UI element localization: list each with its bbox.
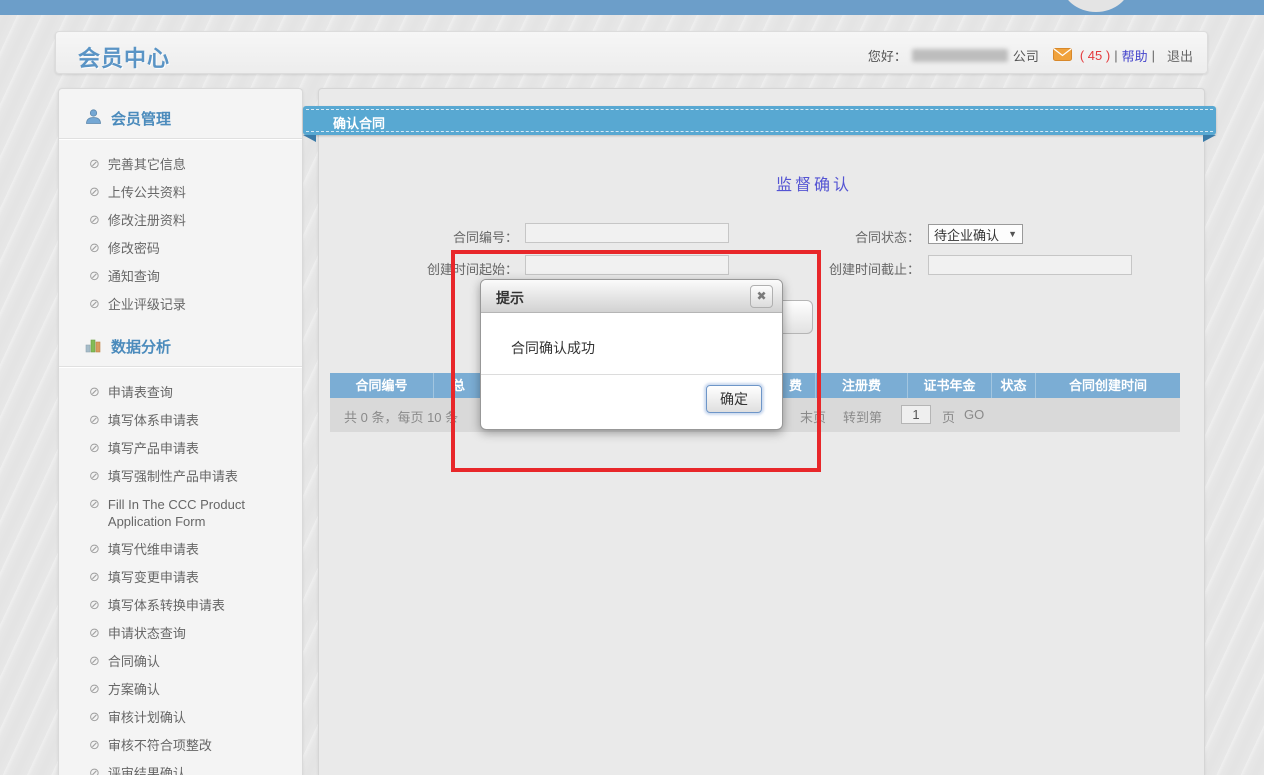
- ribbon-fold-right: [1203, 135, 1216, 142]
- page-number-input[interactable]: [901, 405, 931, 424]
- bullet-icon: ⊘: [89, 738, 100, 753]
- bullet-icon: ⊘: [89, 682, 100, 697]
- create-time-start-input[interactable]: [525, 255, 729, 275]
- create-time-end-input[interactable]: [928, 255, 1132, 275]
- contract-no-input[interactable]: [525, 223, 729, 243]
- sidebar-item-audit-plan-confirm[interactable]: ⊘审核计划确认: [59, 704, 302, 732]
- separator: |: [1152, 48, 1155, 63]
- modal-divider: [481, 374, 782, 375]
- bullet-icon: ⊘: [89, 497, 100, 512]
- page: 会员中心 您好： 公司 ( 45 ) | 帮助 | 退出 会员管理 ⊘完善其它信…: [0, 0, 1264, 775]
- help-link[interactable]: 帮助: [1122, 46, 1148, 65]
- alert-modal: 提示 ✖ 合同确认成功 确定: [480, 279, 783, 430]
- confirm-button[interactable]: 确定: [706, 385, 762, 413]
- bullet-icon: ⊘: [89, 185, 100, 200]
- user-area: 您好： 公司 ( 45 ) | 帮助 | 退出: [868, 46, 1193, 65]
- sidebar-section-data-analysis: 数据分析: [59, 327, 302, 367]
- ribbon-fold-left: [303, 135, 316, 142]
- sidebar-item-change-application[interactable]: ⊘填写变更申请表: [59, 564, 302, 592]
- bullet-icon: ⊘: [89, 213, 100, 228]
- col-registration-fee: 注册费: [816, 373, 908, 398]
- data-analysis-list: ⊘申请表查询 ⊘填写体系申请表 ⊘填写产品申请表 ⊘填写强制性产品申请表 ⊘Fi…: [59, 379, 302, 775]
- supervise-confirm-link[interactable]: 监督确认: [776, 171, 852, 195]
- sidebar-item-product-application[interactable]: ⊘填写产品申请表: [59, 435, 302, 463]
- sidebar: 会员管理 ⊘完善其它信息 ⊘上传公共资料 ⊘修改注册资料 ⊘修改密码 ⊘通知查询…: [58, 88, 303, 775]
- company-name-redacted: [912, 49, 1008, 62]
- sidebar-item-ccc-product-application[interactable]: ⊘Fill In The CCC Product Application For…: [59, 491, 302, 536]
- chevron-down-icon: ▼: [1008, 229, 1017, 239]
- col-status: 状态: [992, 373, 1036, 398]
- bullet-icon: ⊘: [89, 469, 100, 484]
- sidebar-item-system-application[interactable]: ⊘填写体系申请表: [59, 407, 302, 435]
- pagination-summary: 共 0 条，每页 10 条: [344, 407, 458, 426]
- sidebar-item-review-result-confirm[interactable]: ⊘评审结果确认: [59, 760, 302, 775]
- bullet-icon: ⊘: [89, 542, 100, 557]
- sidebar-item-upload-public-data[interactable]: ⊘上传公共资料: [59, 179, 302, 207]
- content-title: 确认合同: [333, 113, 385, 132]
- mail-icon[interactable]: [1053, 48, 1072, 64]
- bullet-icon: ⊘: [89, 413, 100, 428]
- mail-count[interactable]: ( 45 ): [1080, 48, 1110, 63]
- modal-title: 提示: [496, 288, 524, 308]
- page-unit-label: 页: [942, 407, 955, 426]
- sidebar-item-compulsory-product-application[interactable]: ⊘填写强制性产品申请表: [59, 463, 302, 491]
- bullet-icon: ⊘: [89, 385, 100, 400]
- sidebar-item-system-conversion-application[interactable]: ⊘填写体系转换申请表: [59, 592, 302, 620]
- sidebar-section-title: 会员管理: [111, 108, 171, 129]
- bullet-icon: ⊘: [89, 766, 100, 775]
- go-button[interactable]: GO: [964, 407, 984, 422]
- member-management-list: ⊘完善其它信息 ⊘上传公共资料 ⊘修改注册资料 ⊘修改密码 ⊘通知查询 ⊘企业评…: [59, 151, 302, 319]
- content-ribbon: 确认合同: [303, 106, 1216, 135]
- col-certificate-annuity: 证书年金: [908, 373, 992, 398]
- sidebar-section-title: 数据分析: [111, 336, 171, 357]
- sidebar-item-complete-other-info[interactable]: ⊘完善其它信息: [59, 151, 302, 179]
- bullet-icon: ⊘: [89, 297, 100, 312]
- bullet-icon: ⊘: [89, 269, 100, 284]
- sidebar-item-enterprise-rating[interactable]: ⊘企业评级记录: [59, 291, 302, 319]
- col-contract-no: 合同编号: [330, 373, 434, 398]
- col-contract-create-time: 合同创建时间: [1036, 373, 1180, 398]
- sidebar-item-maintenance-application[interactable]: ⊘填写代维申请表: [59, 536, 302, 564]
- contract-status-select[interactable]: 待企业确认 ▼: [928, 224, 1023, 244]
- member-icon: [85, 108, 102, 129]
- contract-status-label: 合同状态：: [820, 227, 920, 246]
- create-time-start-label: 创建时间起始：: [405, 259, 518, 278]
- sidebar-item-modify-registration[interactable]: ⊘修改注册资料: [59, 207, 302, 235]
- last-page-link[interactable]: 末页: [800, 407, 826, 426]
- goto-page-label: 转到第: [843, 407, 882, 426]
- bullet-icon: ⊘: [89, 157, 100, 172]
- bullet-icon: ⊘: [89, 710, 100, 725]
- greeting-prefix: 您好：: [868, 46, 907, 65]
- sidebar-item-notice-query[interactable]: ⊘通知查询: [59, 263, 302, 291]
- modal-message: 合同确认成功: [511, 338, 595, 358]
- bullet-icon: ⊘: [89, 441, 100, 456]
- sidebar-item-application-status-query[interactable]: ⊘申请状态查询: [59, 620, 302, 648]
- sidebar-item-contract-confirm[interactable]: ⊘合同确认: [59, 648, 302, 676]
- contract-no-label: 合同编号：: [418, 227, 518, 246]
- company-suffix: 公司: [1013, 46, 1039, 65]
- sidebar-item-nonconformity-rectification[interactable]: ⊘审核不符合项整改: [59, 732, 302, 760]
- bullet-icon: ⊘: [89, 570, 100, 585]
- bullet-icon: ⊘: [89, 626, 100, 641]
- contract-status-value: 待企业确认: [934, 225, 999, 244]
- bullet-icon: ⊘: [89, 598, 100, 613]
- separator: |: [1114, 48, 1117, 63]
- bar-chart-icon: [85, 337, 102, 357]
- close-icon[interactable]: ✖: [750, 285, 773, 308]
- logout-link[interactable]: 退出: [1167, 46, 1193, 65]
- sidebar-item-application-query[interactable]: ⊘申请表查询: [59, 379, 302, 407]
- bullet-icon: ⊘: [89, 654, 100, 669]
- sidebar-section-member-management: 会员管理: [59, 99, 302, 139]
- sidebar-item-plan-confirm[interactable]: ⊘方案确认: [59, 676, 302, 704]
- sidebar-item-change-password[interactable]: ⊘修改密码: [59, 235, 302, 263]
- site-logo: 会员中心: [78, 41, 170, 73]
- create-time-end-label: 创建时间截止：: [820, 259, 920, 278]
- bullet-icon: ⊘: [89, 241, 100, 256]
- modal-header: 提示 ✖: [481, 280, 782, 313]
